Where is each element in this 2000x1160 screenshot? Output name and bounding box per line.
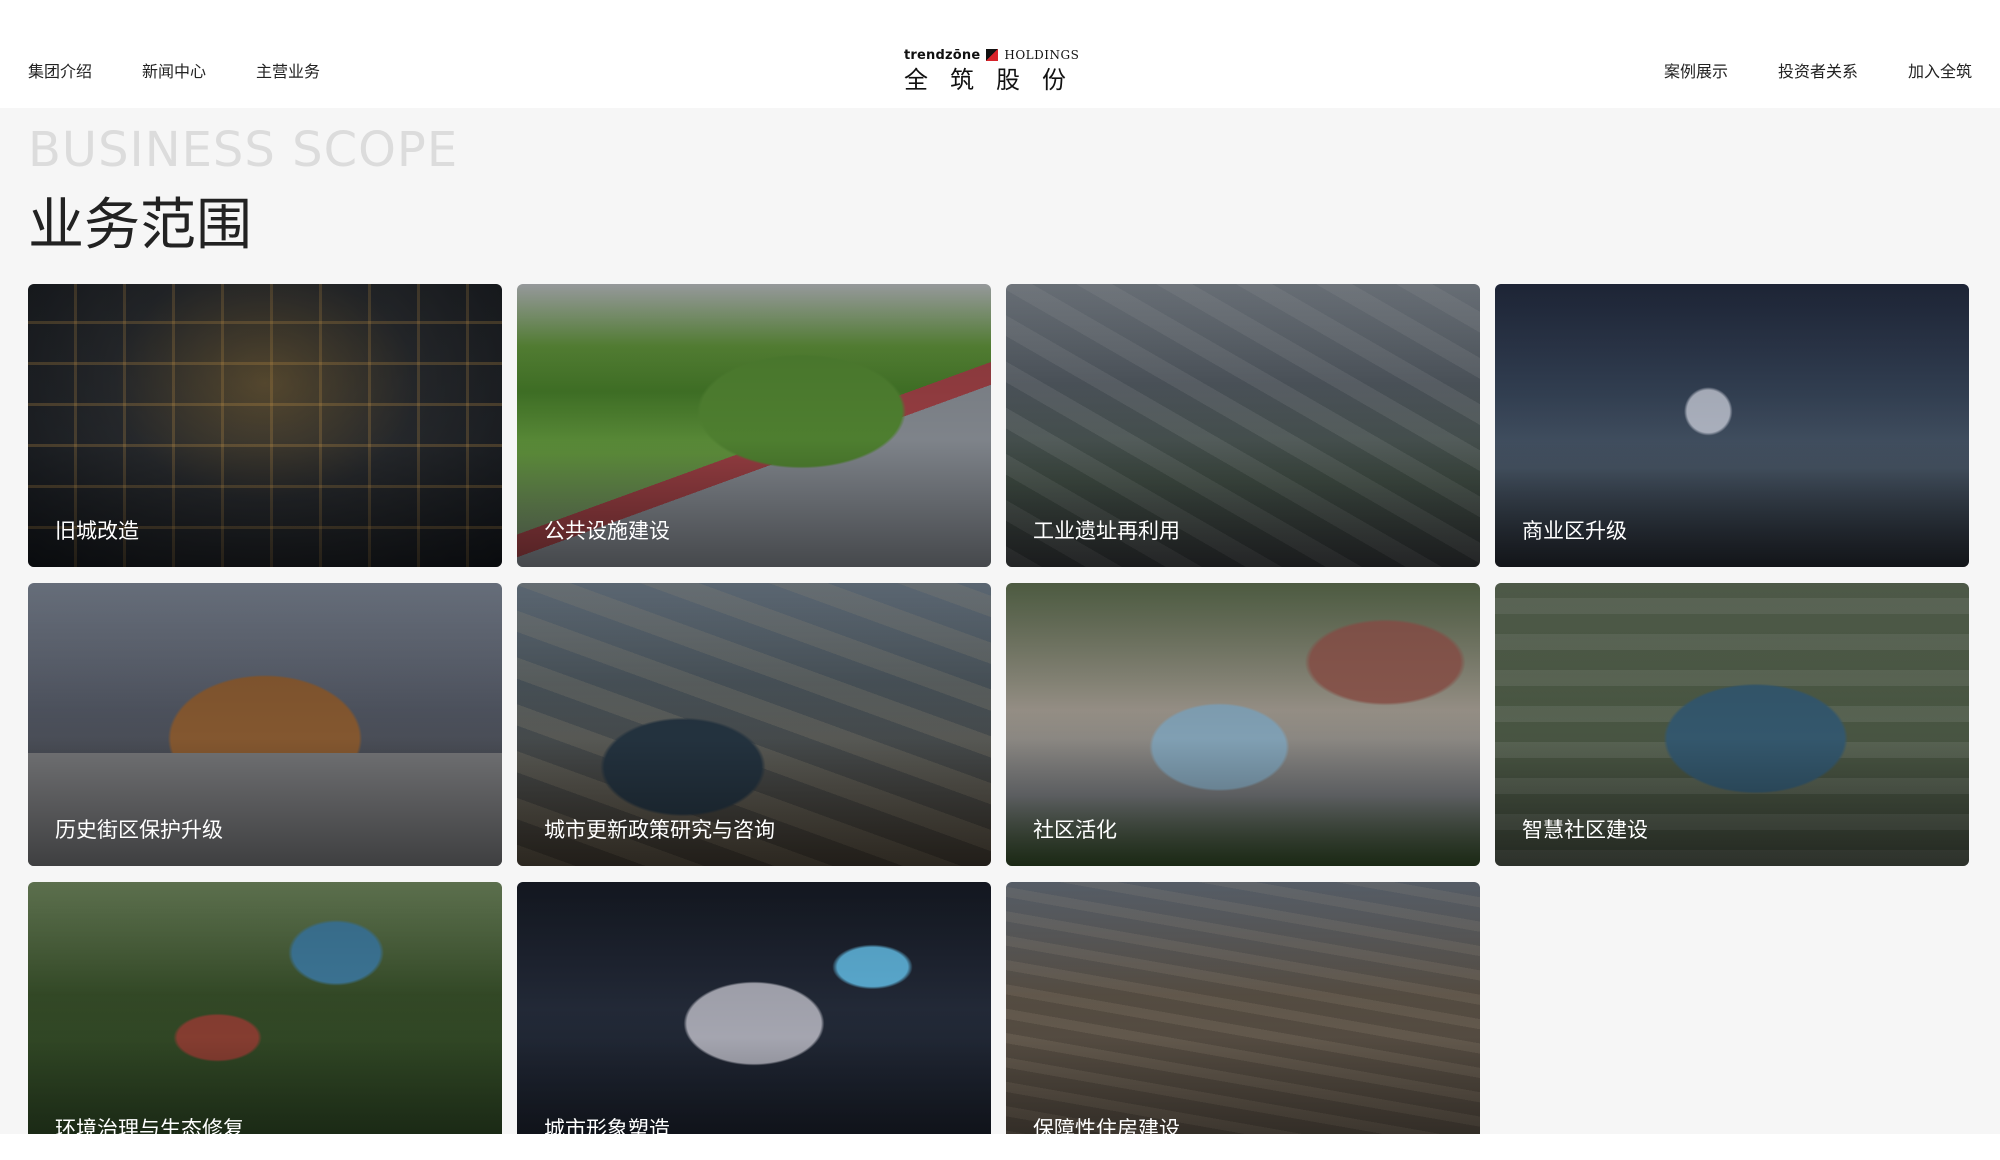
business-card-commercial-upgrade[interactable]: 商业区升级	[1495, 284, 1969, 567]
card-label: 旧城改造	[55, 519, 139, 543]
card-label: 保障性住房建设	[1033, 1117, 1180, 1134]
nav-join-us[interactable]: 加入全筑	[1908, 58, 1972, 82]
page-bottom-strip	[0, 1134, 2000, 1160]
business-card-grid: 旧城改造 公共设施建设 工业遗址再利用 商业区升级 历史街区保护升级 城市更新政…	[28, 284, 1971, 1134]
site-header: 集团介绍 新闻中心 主营业务 trendzōne HOLDINGS 全筑股份 案…	[0, 0, 2000, 108]
business-card-affordable-housing[interactable]: 保障性住房建设	[1006, 882, 1480, 1134]
business-scope-section: BUSINESS SCOPE 业务范围 旧城改造 公共设施建设 工业遗址再利用 …	[0, 108, 2000, 1134]
company-logo[interactable]: trendzōne HOLDINGS 全筑股份	[904, 46, 1088, 95]
business-card-eco-restoration[interactable]: 环境治理与生态修复	[28, 882, 502, 1134]
business-card-public-facilities[interactable]: 公共设施建设	[517, 284, 991, 567]
business-card-policy-research[interactable]: 城市更新政策研究与咨询	[517, 583, 991, 866]
nav-main-business[interactable]: 主营业务	[256, 58, 320, 82]
card-overlay	[1006, 882, 1480, 1134]
logo-mark-icon	[986, 49, 999, 61]
logo-brand: trendzōne	[904, 47, 981, 63]
business-card-city-image[interactable]: 城市形象塑造	[517, 882, 991, 1134]
business-card-smart-community[interactable]: 智慧社区建设	[1495, 583, 1969, 866]
logo-top-row: trendzōne HOLDINGS	[904, 46, 1080, 64]
business-card-industrial-reuse[interactable]: 工业遗址再利用	[1006, 284, 1480, 567]
logo-chinese-name: 全筑股份	[904, 66, 1088, 94]
card-label: 环境治理与生态修复	[55, 1117, 244, 1134]
card-label: 历史街区保护升级	[55, 818, 223, 842]
card-overlay	[28, 882, 502, 1134]
main-nav-left: 集团介绍 新闻中心 主营业务	[28, 58, 320, 82]
business-card-historic-district[interactable]: 历史街区保护升级	[28, 583, 502, 866]
business-card-community-activation[interactable]: 社区活化	[1006, 583, 1480, 866]
card-label: 社区活化	[1033, 818, 1117, 842]
section-title-en: BUSINESS SCOPE	[28, 122, 459, 178]
card-label: 智慧社区建设	[1522, 818, 1648, 842]
card-overlay	[517, 882, 991, 1134]
card-label: 工业遗址再利用	[1033, 519, 1180, 543]
nav-investor-relations[interactable]: 投资者关系	[1778, 58, 1858, 82]
card-label: 城市形象塑造	[544, 1117, 670, 1134]
card-label: 公共设施建设	[544, 519, 670, 543]
section-title-cn: 业务范围	[28, 193, 252, 258]
main-nav-right: 案例展示 投资者关系 加入全筑	[1664, 58, 1972, 82]
card-label: 商业区升级	[1522, 519, 1627, 543]
business-card-old-city-renewal[interactable]: 旧城改造	[28, 284, 502, 567]
nav-news-center[interactable]: 新闻中心	[142, 58, 206, 82]
nav-case-studies[interactable]: 案例展示	[1664, 58, 1728, 82]
nav-group-intro[interactable]: 集团介绍	[28, 58, 92, 82]
card-label: 城市更新政策研究与咨询	[544, 818, 775, 842]
logo-holdings: HOLDINGS	[1004, 48, 1080, 62]
